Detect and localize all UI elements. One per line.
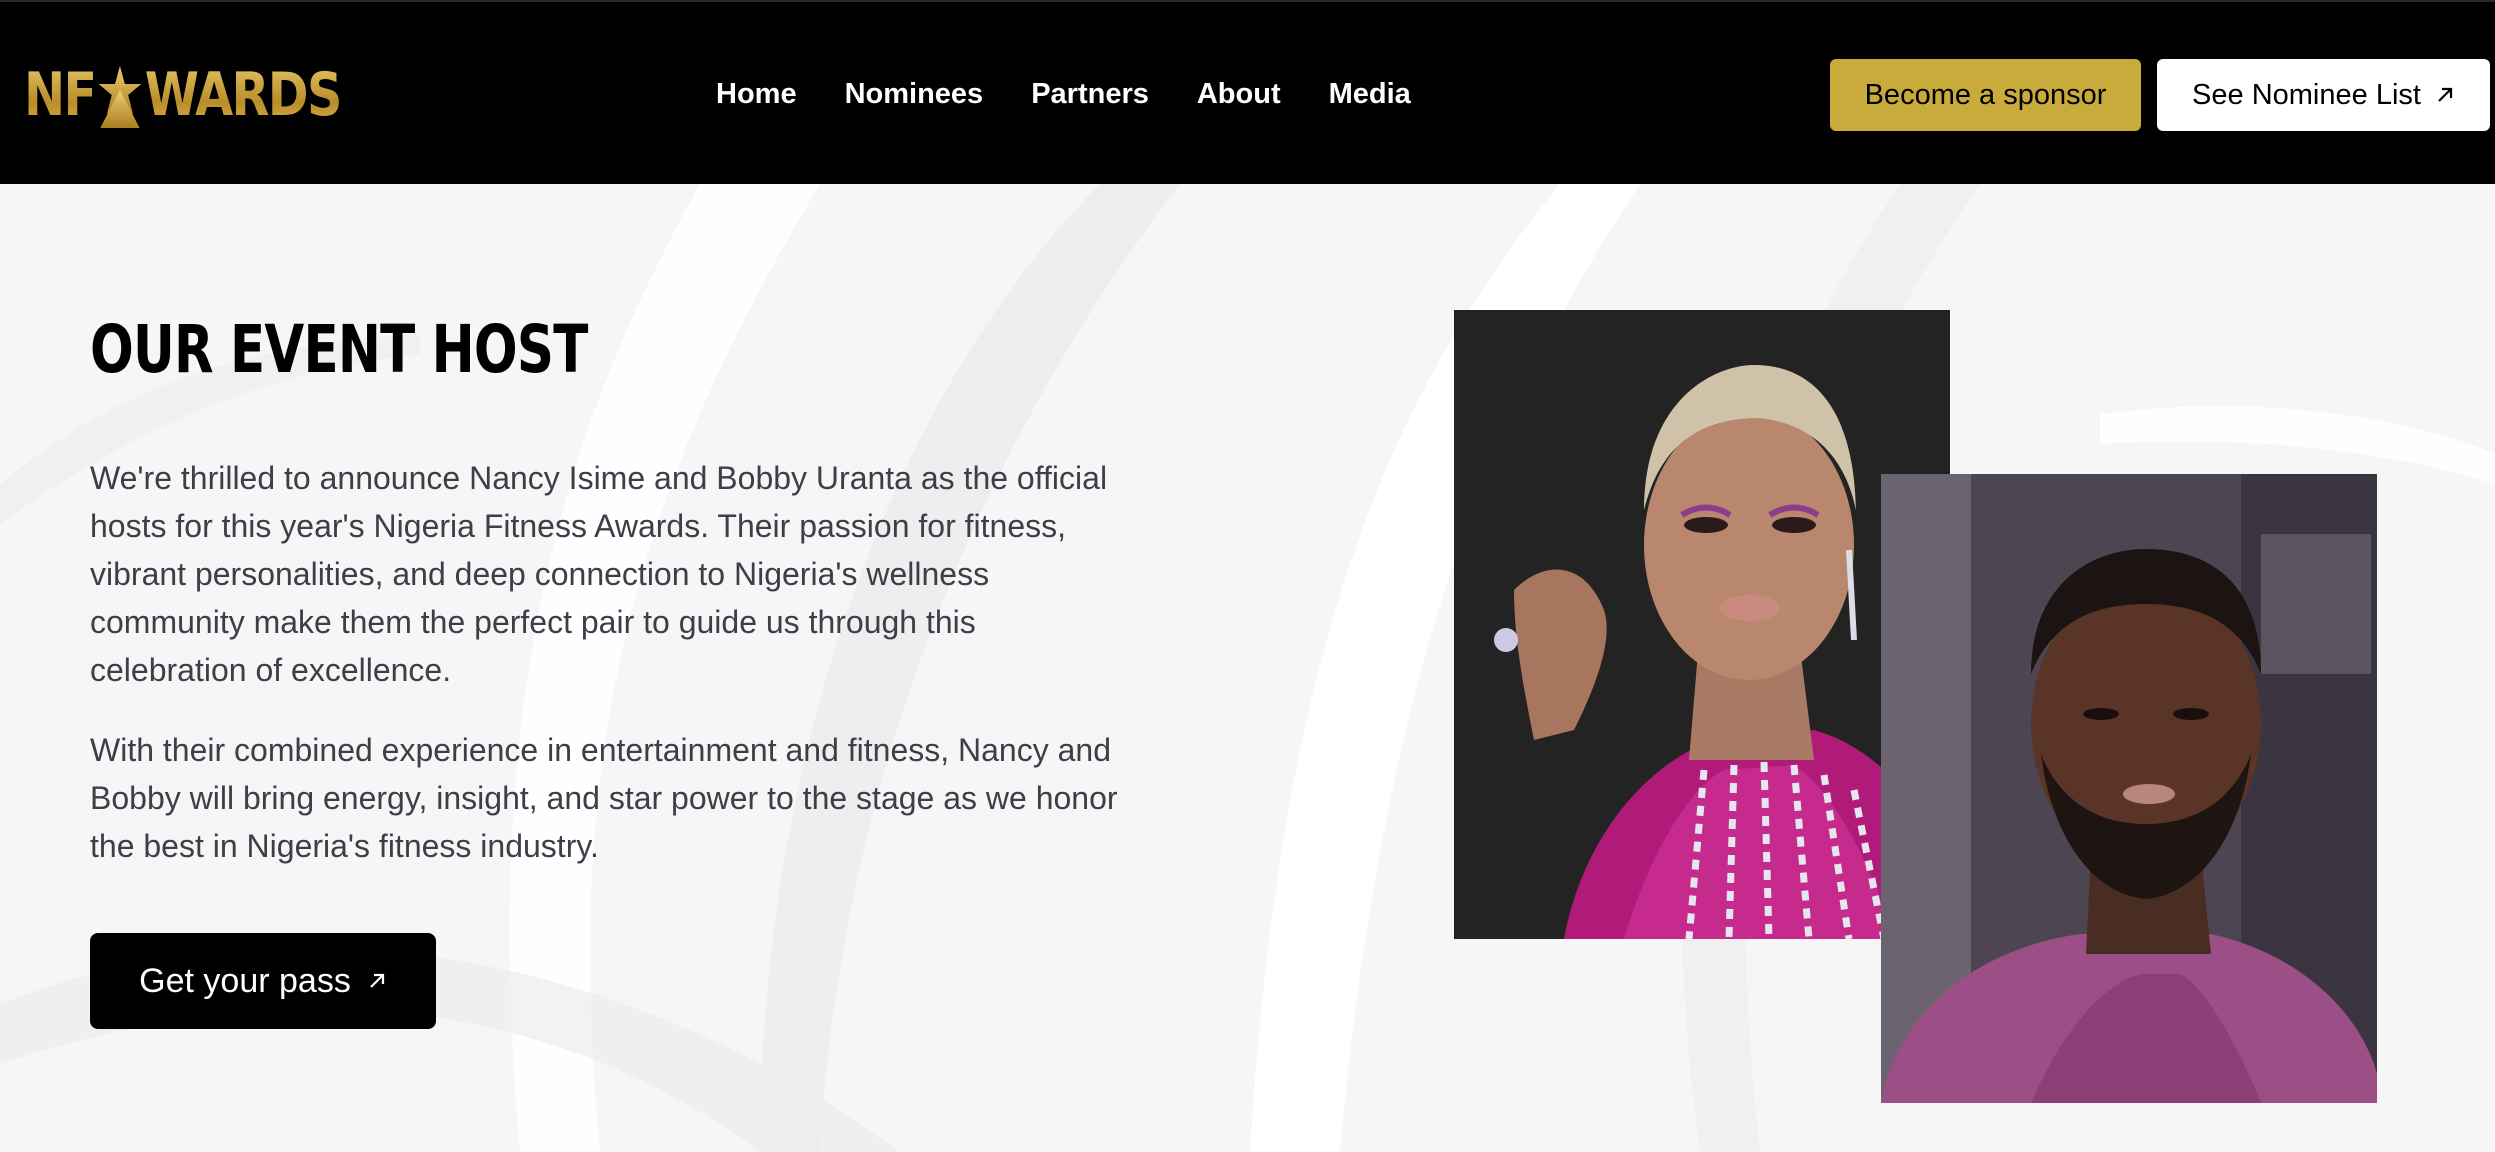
get-your-pass-label: Get your pass [139, 961, 351, 1000]
logo-text-left: NF [24, 60, 96, 130]
see-nominee-list-label: See Nominee List [2192, 78, 2421, 111]
become-sponsor-button[interactable]: Become a sponsor [1830, 59, 2141, 131]
star-logo-icon [92, 60, 148, 130]
nav-media[interactable]: Media [1329, 72, 1411, 116]
top-navbar: NF WARDS Home Nominees Partners About Me… [0, 0, 2495, 184]
event-host-section: OUR EVENT HOST We're thrilled to announc… [0, 184, 2495, 1152]
host-intro-paragraph: We're thrilled to announce Nancy Isime a… [90, 460, 1108, 688]
nav-home[interactable]: Home [716, 72, 797, 116]
host-photo-bobby [1881, 474, 2377, 1103]
see-nominee-list-button[interactable]: See Nominee List [2157, 59, 2490, 131]
become-sponsor-label: Become a sponsor [1864, 78, 2107, 111]
host-photo-nancy [1454, 310, 1950, 939]
nfawards-logo[interactable]: NF WARDS [24, 60, 341, 130]
main-nav: Home Nominees Partners About Media [716, 72, 1459, 116]
logo-text-right: WARDS [144, 60, 341, 130]
arrow-up-right-icon [2435, 85, 2455, 105]
nav-nominees[interactable]: Nominees [845, 72, 984, 116]
get-your-pass-button[interactable]: Get your pass [90, 933, 436, 1029]
nav-partners[interactable]: Partners [1031, 72, 1149, 116]
host-experience-paragraph: With their combined experience in entert… [90, 732, 1118, 864]
page-title: OUR EVENT HOST [90, 311, 588, 388]
arrow-up-right-icon [367, 971, 387, 991]
nav-about[interactable]: About [1197, 72, 1281, 116]
